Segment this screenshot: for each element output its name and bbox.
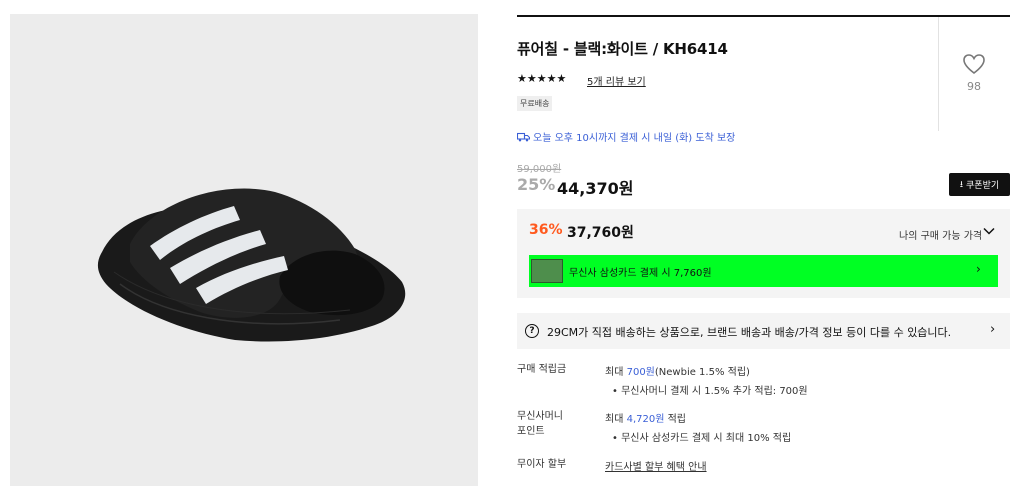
product-image[interactable] xyxy=(10,14,478,486)
like-button[interactable] xyxy=(962,53,986,75)
best-discount-rate: 36% xyxy=(529,222,563,238)
card-promo-thumbnail xyxy=(531,259,563,283)
points-info: 최대 700원(Newbie 1.5% 적립) xyxy=(605,363,750,378)
points-prefix: 최대 xyxy=(605,367,627,378)
delivery-info: 오늘 오후 10시까지 결제 시 내일 (화) 도착 보장 xyxy=(517,129,735,144)
heart-icon xyxy=(963,54,985,75)
discount-rate: 25% xyxy=(517,175,556,194)
installment-label: 무이자 할부 xyxy=(517,459,567,470)
review-link[interactable]: 5개 리뷰 보기 xyxy=(587,73,646,88)
like-divider xyxy=(938,17,939,131)
money-label-line1: 무신사머니 xyxy=(517,411,563,422)
money-prefix: 최대 xyxy=(605,414,627,425)
money-suffix: 적립 xyxy=(664,414,687,425)
rating-stars: ★★★★★ xyxy=(517,72,567,85)
card-promo-text: 무신사 삼성카드 결제 시 7,760원 xyxy=(569,268,712,279)
money-detail: • 무신사 삼성카드 결제 시 최대 10% 적립 xyxy=(612,433,792,444)
points-detail: • 무신사머니 결제 시 1.5% 추가 적립: 700원 xyxy=(612,386,808,397)
sale-price: 44,370원 xyxy=(557,179,634,198)
best-price-toggle-label[interactable]: 나의 구매 가능 가격 xyxy=(899,227,982,242)
free-shipping-badge: 무료배송 xyxy=(517,96,553,111)
best-price: 37,760원 xyxy=(567,225,634,241)
money-info: 최대 4,720원 적립 xyxy=(605,410,686,425)
coupon-button[interactable]: ⭳ 쿠폰받기 xyxy=(949,173,1010,196)
top-divider xyxy=(517,15,1010,17)
chevron-right-icon: › xyxy=(990,322,996,337)
coupon-button-label: 쿠폰받기 xyxy=(966,181,1000,191)
points-suffix: (Newbie 1.5% 적립) xyxy=(654,367,750,378)
truck-icon xyxy=(517,132,530,142)
delivery-text: 오늘 오후 10시까지 결제 시 내일 (화) 도착 보장 xyxy=(533,133,736,144)
money-label-line2: 포인트 xyxy=(517,426,545,437)
points-amount: 700원 xyxy=(626,367,655,378)
chevron-right-icon: › xyxy=(976,262,981,276)
installment-link[interactable]: 카드사별 할부 혜택 안내 xyxy=(605,458,707,473)
chevron-down-icon[interactable] xyxy=(982,224,996,238)
download-icon: ⭳ xyxy=(959,179,964,190)
original-price: 59,000원 xyxy=(517,164,562,175)
points-label: 구매 적립금 xyxy=(517,364,567,375)
question-icon: ? xyxy=(525,324,539,338)
notice-text: 29CM가 직접 배송하는 상품으로, 브랜드 배송과 배송/가격 정보 등이 … xyxy=(547,326,952,339)
like-count: 98 xyxy=(967,80,981,93)
product-title: 퓨어칠 - 블랙:화이트 / KH6414 xyxy=(517,40,728,58)
slide-sandal-illustration xyxy=(97,188,406,342)
money-amount: 4,720원 xyxy=(626,414,665,425)
